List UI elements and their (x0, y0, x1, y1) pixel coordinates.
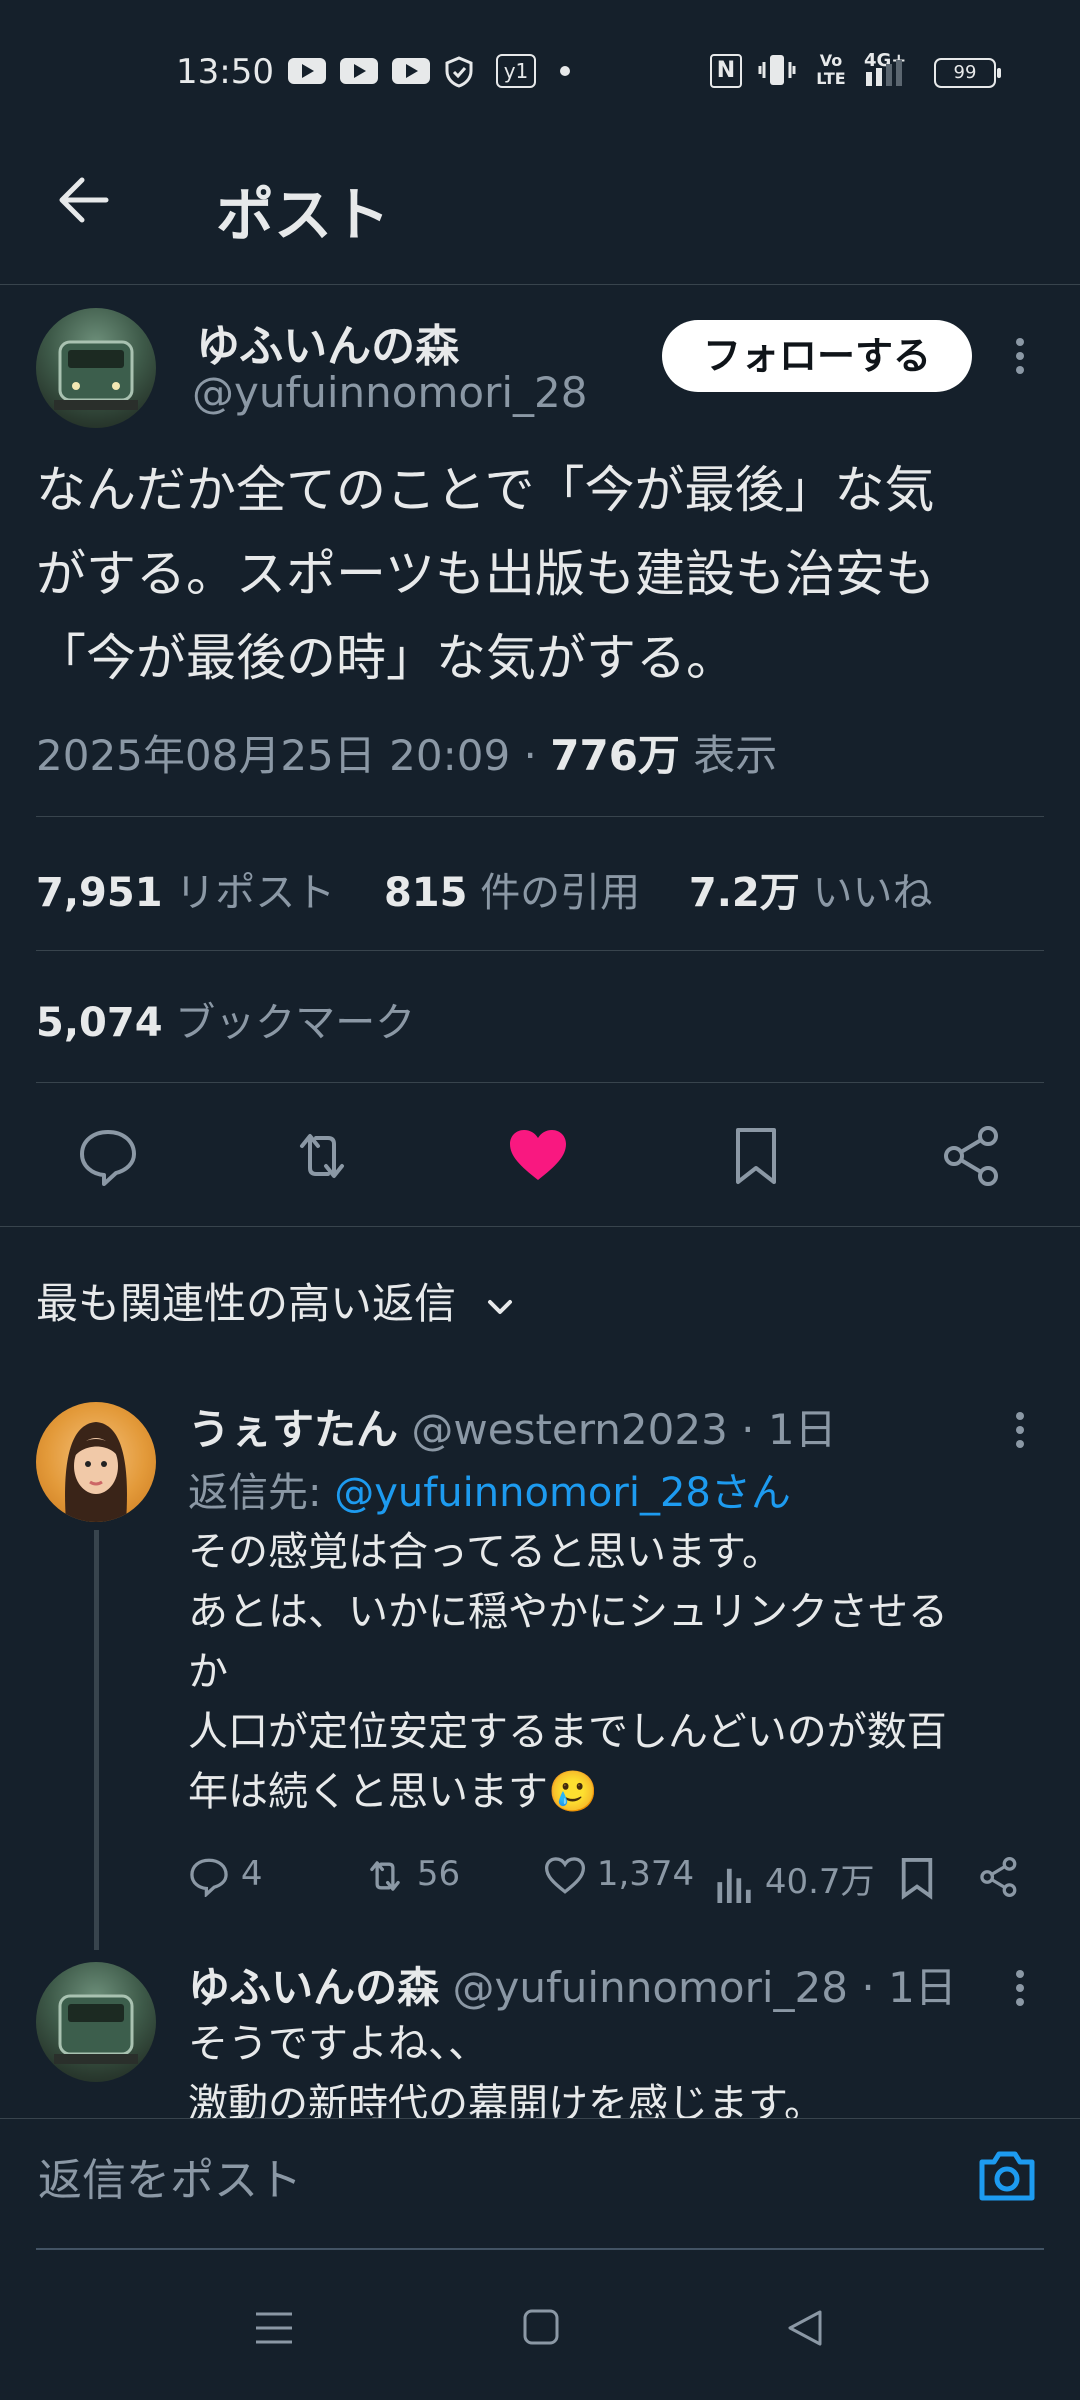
reply-handle[interactable]: @western2023 (411, 1405, 727, 1454)
quotes-stat[interactable]: 815 件の引用 (384, 870, 640, 916)
likes-label: いいね (812, 870, 933, 916)
reply-views-button[interactable]: 40.7万 (716, 1854, 875, 1905)
reply-count: 4 (240, 1854, 263, 1894)
reply-sort-label: 最も関連性の高い返信 (36, 1279, 457, 1328)
divider (36, 1082, 1044, 1083)
divider (36, 816, 1044, 817)
reply-to-prefix: 返信先: (188, 1470, 335, 1516)
reply-display-name[interactable]: うぇすたん (188, 1405, 398, 1454)
youtube-notification-icon (288, 58, 326, 84)
author-display-name[interactable]: ゆふいんの森 (196, 310, 459, 374)
nav-back-icon[interactable] (786, 2308, 824, 2348)
avatar[interactable] (36, 308, 156, 428)
bookmark-icon[interactable] (724, 1124, 788, 1188)
reposts-stat[interactable]: 7,951 リポスト (36, 870, 335, 916)
views-label: 表示 (693, 731, 778, 780)
reply-to-handle[interactable]: @yufuinnomori_28さん (334, 1470, 791, 1516)
post-meta: 2025年08月25日 20:09 · 776万 表示 (36, 722, 777, 783)
volte-icon: Vo LTE (816, 52, 846, 88)
battery-icon: 99 (934, 58, 1001, 88)
reply-icon[interactable] (76, 1124, 140, 1188)
home-icon[interactable] (522, 2308, 560, 2346)
volte-top-text: Vo (819, 51, 843, 70)
divider (0, 1226, 1080, 1227)
quotes-count: 815 (383, 870, 468, 916)
bookmarks-stat[interactable]: 5,074 ブックマーク (36, 990, 415, 1048)
reply-text: そうですよね、、 激動の新時代の幕開けを感じます。 (188, 2021, 824, 2118)
back-arrow-icon[interactable] (56, 172, 112, 228)
meta-separator: · (523, 731, 537, 780)
youtube-notification-icon (392, 58, 430, 84)
more-options-icon[interactable] (1016, 1970, 1024, 2012)
train-avatar-image (54, 1994, 138, 2064)
girl-avatar-image (65, 1422, 127, 1522)
bookmarks-label: ブックマーク (175, 1000, 416, 1046)
train-avatar-image (54, 340, 138, 410)
repost-icon[interactable] (290, 1124, 354, 1188)
bookmark-icon[interactable] (898, 1856, 936, 1900)
reply-like-button[interactable]: 1,374 (544, 1854, 694, 1897)
likes-stat[interactable]: 7.2万 いいね (689, 870, 933, 916)
reply-sort-dropdown[interactable]: 最も関連性の高い返信 (36, 1270, 517, 1331)
post-text: なんだか全てのことで「今が最後」な気 がする。スポーツも出版も建設も治安も 「今… (36, 461, 935, 687)
engagement-stats: 7,951 リポスト 815 件の引用 7.2万 いいね (36, 860, 932, 918)
divider (0, 2118, 1080, 2119)
views-chart-icon (717, 1868, 751, 1903)
reply-time: · 1日 (861, 1963, 957, 2012)
repost-icon (370, 1860, 400, 1891)
reposts-count: 7,951 (36, 870, 163, 916)
post-timestamp: 2025年08月25日 20:09 (36, 731, 511, 780)
more-options-icon[interactable] (1016, 1412, 1024, 1454)
share-icon[interactable] (978, 1856, 1020, 1898)
follow-button[interactable]: フォローする (662, 320, 972, 392)
system-navigation-bar (0, 2250, 1080, 2400)
vibrate-icon (758, 55, 796, 85)
divider (36, 950, 1044, 951)
more-notifications-dot (560, 66, 570, 76)
share-icon[interactable] (940, 1124, 1004, 1188)
bookmarks-count: 5,074 (36, 1000, 163, 1046)
reply-icon (190, 1858, 228, 1898)
author-handle[interactable]: @yufuinnomori_28 (192, 368, 587, 417)
chevron-down-icon (488, 1299, 513, 1314)
avatar[interactable] (36, 1962, 156, 2082)
shield-icon (445, 56, 473, 88)
reply-handle[interactable]: @yufuinnomori_28 (453, 1963, 848, 2012)
nfc-icon: N (710, 54, 742, 88)
like-icon (544, 1856, 586, 1894)
status-bar: 13:50 y1 N Vo LTE 4G+ 99 (0, 0, 1080, 140)
views-count: 40.7万 (764, 1862, 875, 1902)
header-divider (0, 284, 1080, 285)
thread-line (94, 1530, 99, 1950)
reply-compose-bar (0, 2118, 1080, 2251)
status-time: 13:50 (176, 52, 274, 92)
likes-count: 7.2万 (688, 870, 800, 916)
page-title: ポスト (216, 181, 391, 249)
like-filled-icon[interactable] (506, 1124, 570, 1188)
recent-apps-icon[interactable] (254, 2310, 294, 2346)
avatar[interactable] (36, 1402, 156, 1522)
vpn-icon: y1 (496, 54, 536, 88)
signal-icon (866, 60, 902, 86)
reply-display-name[interactable]: ゆふいんの森 (188, 1963, 439, 2012)
views-count: 776万 (550, 731, 680, 780)
reply-time: · 1日 (741, 1405, 837, 1454)
reply-repost-button[interactable]: 56 (364, 1854, 460, 1897)
reposts-label: リポスト (175, 870, 336, 916)
camera-icon[interactable] (976, 2148, 1038, 2204)
reply-header: ゆふいんの森 @yufuinnomori_28 · 1日 (188, 1954, 957, 2015)
reply-to-line: 返信先: @yufuinnomori_28さん (188, 1460, 791, 1518)
reply-header: うぇすたん @western2023 · 1日 (188, 1396, 837, 1457)
quotes-label: 件の引用 (480, 870, 641, 916)
more-options-icon[interactable] (1016, 338, 1024, 380)
reply-input[interactable] (36, 2144, 940, 2216)
like-count: 1,374 (596, 1854, 695, 1894)
youtube-notification-icon (340, 58, 378, 84)
repost-count: 56 (416, 1854, 461, 1894)
reply-reply-button[interactable]: 4 (188, 1854, 263, 1898)
volte-bottom-text: LTE (816, 69, 846, 88)
reply-text: その感覚は合ってると思います。 あとは、いかに穏やかにシュリンクさせる か 人口… (188, 1529, 948, 1815)
